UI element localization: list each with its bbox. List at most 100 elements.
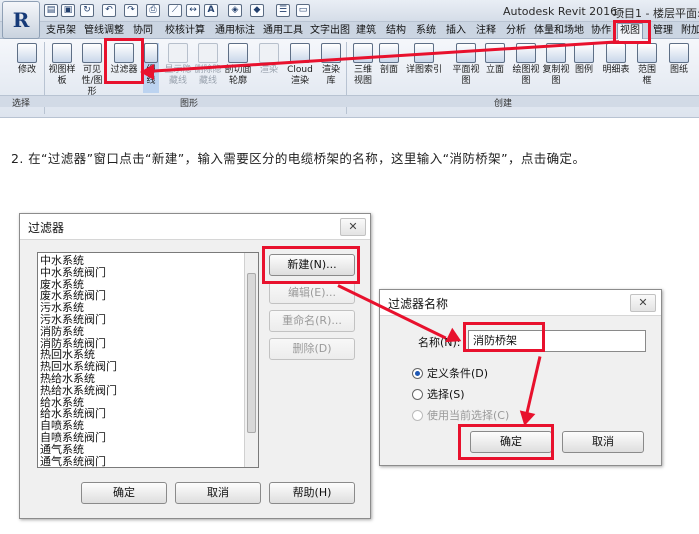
tab-collaborate[interactable]: 协作 [589, 24, 613, 38]
ribbon-tabs: 支吊架 管线调整 协同 校核计算 通用标注 通用工具 文字出图 建筑 结构 系统… [0, 22, 699, 39]
remove-hidden-icon [198, 43, 218, 63]
tab-collab1[interactable]: 协同 [130, 24, 156, 38]
text-icon[interactable]: A [204, 4, 218, 17]
tab-architecture[interactable]: 建筑 [354, 24, 378, 38]
filter-list-item[interactable]: 通气系统阀门 [38, 455, 258, 468]
switch-windows-icon[interactable]: ☰ [276, 4, 290, 17]
3d-view-icon[interactable]: ◈ [228, 4, 242, 17]
tab-annotate[interactable]: 通用标注 [212, 24, 258, 38]
list-scrollbar[interactable] [244, 253, 258, 467]
show-hidden-icon [168, 43, 188, 63]
elevation-icon [485, 43, 505, 63]
sheet-button[interactable]: 图纸 [666, 43, 692, 93]
radio-unselected [412, 389, 423, 400]
tab-calc[interactable]: 校核计算 [162, 24, 208, 38]
cut-profile-icon [228, 43, 248, 63]
radio-disabled [412, 410, 423, 421]
application-menu-button[interactable]: R [2, 1, 40, 39]
3d-view-button[interactable]: 三维视图 [350, 43, 376, 93]
tab-tools[interactable]: 通用工具 [262, 24, 304, 38]
schedule-icon [606, 43, 626, 63]
cancel-button[interactable]: 取消 [175, 482, 261, 504]
filter-list-item[interactable]: 消防系统 [38, 325, 258, 338]
tab-analyze[interactable]: 分析 [504, 24, 528, 38]
visibility-graphics-button[interactable]: 可见性/图形 [78, 43, 106, 97]
tab-annotation[interactable]: 注释 [474, 24, 498, 38]
help-button[interactable]: 帮助(H) [269, 482, 355, 504]
cursor-icon [17, 43, 37, 63]
tab-structure[interactable]: 结构 [384, 24, 408, 38]
section-icon[interactable]: ◆ [250, 4, 264, 17]
dialog-title-bar: 过滤器名称 ✕ [380, 290, 661, 316]
render-gallery-button[interactable]: 渲染库 [318, 43, 344, 93]
house-icon [353, 43, 373, 63]
panel-label-select: 选择 [12, 99, 31, 109]
callout-button[interactable]: 详图索引 [404, 43, 444, 93]
render-button[interactable]: 渲染 [256, 43, 282, 93]
modify-button[interactable]: 修改 [14, 43, 40, 93]
cut-profile-button[interactable]: 剖切面轮廓 [224, 43, 252, 93]
thin-lines-icon[interactable]: ▭ [296, 4, 310, 17]
dialog-title-bar: 过滤器 ✕ [20, 214, 370, 240]
cloud-render-button[interactable]: Cloud渲染 [284, 43, 316, 93]
section-button[interactable]: 剖面 [378, 43, 400, 93]
scope-box-button[interactable]: 范围框 [636, 43, 658, 93]
sync-icon[interactable]: ↻ [80, 4, 94, 17]
arrow-head-ribbon [140, 64, 154, 80]
sheet-icon [669, 43, 689, 63]
filter-list-item[interactable]: 热给水系统 [38, 373, 258, 385]
cancel-button[interactable]: 取消 [562, 431, 644, 453]
step-instruction: 2. 在“过滤器”窗口点击“新建”，输入需要区分的电缆桥架的名称，这里输入“消防… [11, 151, 586, 166]
option-select[interactable]: 选择(S) [412, 386, 465, 402]
render-icon [259, 43, 279, 63]
section-cut-icon [379, 43, 399, 63]
tab-insert[interactable]: 插入 [444, 24, 468, 38]
document-title: 项目1 - 楼层平面: 建筑 [613, 7, 699, 20]
filter-list-item[interactable]: 热给水系统阀门 [38, 384, 258, 397]
scrollbar-thumb[interactable] [247, 273, 256, 433]
radio-selected [412, 368, 423, 379]
scope-box-icon [637, 43, 657, 63]
product-title: Autodesk Revit 2016 - [503, 5, 625, 18]
tab-pipe-adjust[interactable]: 管线调整 [84, 24, 124, 38]
rename-filter-button[interactable]: 重命名(R)... [269, 310, 355, 332]
tab-systems[interactable]: 系统 [414, 24, 438, 38]
tab-massing[interactable]: 体量和场地 [533, 24, 585, 38]
panel-label-bar: 选择 图形 创建 [0, 95, 699, 109]
tab-print[interactable]: 文字出图 [308, 24, 352, 38]
revit-logo: R [12, 8, 30, 32]
tab-manage[interactable]: 管理 [651, 24, 675, 38]
visibility-icon [82, 43, 102, 63]
measure-icon[interactable]: ⟋ [168, 4, 182, 17]
filter-list[interactable]: 中水系统 中水系统阀门 废水系统 废水系统阀门 污水系统 污水系统阀门 消防系统 消防系统阀门… [37, 252, 259, 468]
tab-addins[interactable]: 附加 [679, 24, 699, 38]
open-icon[interactable]: ▤ [44, 4, 58, 17]
filter-list-item[interactable]: 自喷系统阀门 [38, 432, 258, 444]
duplicate-view-button[interactable]: 复制视图 [542, 43, 570, 93]
tab-support[interactable]: 支吊架 [46, 24, 76, 38]
filter-list-item[interactable]: 污水系统阀门 [38, 314, 258, 326]
view-template-button[interactable]: 视图样板 [48, 43, 76, 93]
schedules-button[interactable]: 明细表 [601, 43, 631, 93]
legends-button[interactable]: 图例 [573, 43, 595, 93]
panel-label-graphics: 图形 [180, 99, 199, 109]
delete-filter-button[interactable]: 删除(D) [269, 338, 355, 360]
close-button[interactable]: ✕ [340, 218, 366, 236]
undo-icon[interactable]: ↶ [102, 4, 116, 17]
quick-access-toolbar: ▤ ▣ ↻ ↶ ↷ ⎙ ⟋ ↔ A ◈ ◆ ☰ ▭ Autodesk Revit… [0, 0, 699, 22]
thin-lines-icon-large [144, 43, 158, 63]
redo-icon[interactable]: ↷ [124, 4, 138, 17]
save-icon[interactable]: ▣ [61, 4, 75, 17]
ok-button[interactable]: 确定 [81, 482, 167, 504]
close-button[interactable]: ✕ [630, 294, 656, 312]
filter-list-item[interactable]: 中水系统阀门 [38, 266, 258, 279]
drafting-view-button[interactable]: 绘图视图 [512, 43, 540, 93]
highlight-ok-button [458, 424, 554, 460]
legend-icon [574, 43, 594, 63]
print-icon[interactable]: ⎙ [146, 4, 160, 17]
filter-list-item[interactable]: 通气系统 [38, 443, 258, 456]
dialog-title: 过滤器名称 [388, 297, 449, 311]
dimension-icon[interactable]: ↔ [186, 4, 200, 17]
option-define-criteria[interactable]: 定义条件(D) [412, 365, 488, 381]
option-use-current-selection[interactable]: 使用当前选择(C) [412, 407, 509, 423]
